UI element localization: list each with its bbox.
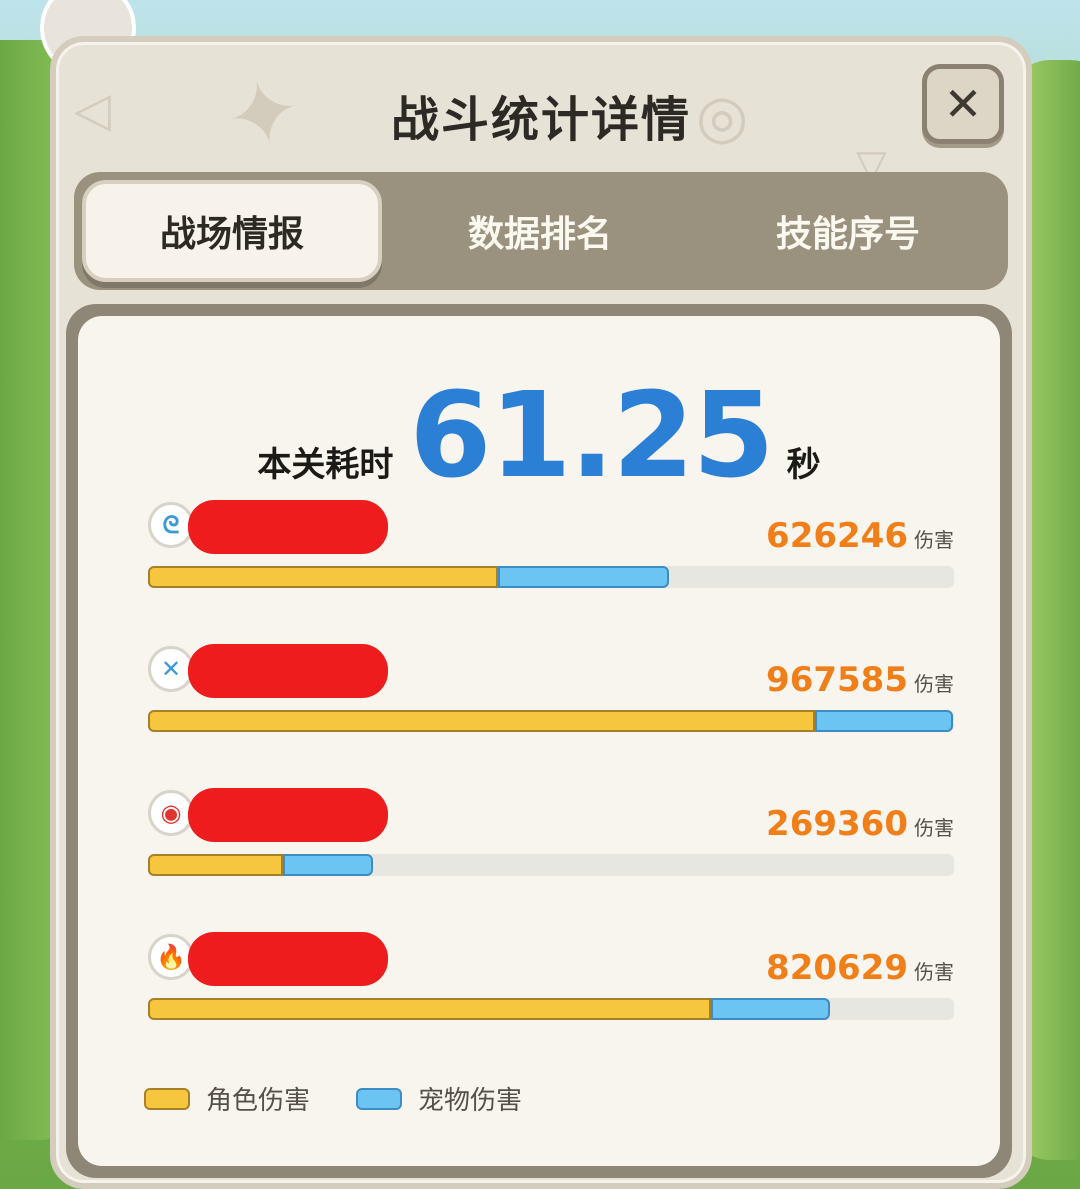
tab-bar: 战场情报 数据排名 技能序号	[74, 172, 1008, 290]
role-damage-bar	[148, 710, 815, 732]
role-damage-bar	[148, 566, 498, 588]
legend-role: 角色伤害	[144, 1080, 310, 1117]
stats-content: 本关耗时 61.25 秒 ᘓ 626246 伤害 ✕ 967585 伤害 ◉ 269360 伤害…	[78, 316, 1000, 1166]
redacted-player-name	[188, 500, 388, 554]
damage-number: 269360	[766, 804, 908, 844]
damage-bar	[148, 566, 954, 588]
damage-value: 967585 伤害	[766, 660, 954, 700]
legend-role-label: 角色伤害	[206, 1086, 311, 1116]
legend: 角色伤害 宠物伤害	[144, 1080, 568, 1117]
close-icon: ✕	[943, 77, 983, 131]
damage-unit: 伤害	[914, 816, 954, 840]
pet-damage-bar	[711, 998, 830, 1020]
redacted-player-name	[188, 644, 388, 698]
damage-bar	[148, 710, 954, 732]
legend-pet-label: 宠物伤害	[418, 1086, 523, 1116]
damage-row: ✕ 967585 伤害	[148, 644, 956, 746]
time-value: 61.25	[409, 366, 774, 504]
level-time: 本关耗时 61.25 秒	[78, 376, 1000, 494]
damage-row: ᘓ 626246 伤害	[148, 500, 956, 602]
damage-value: 820629 伤害	[766, 948, 954, 988]
legend-role-swatch	[144, 1087, 190, 1110]
damage-number: 967585	[766, 660, 908, 700]
panel-title: 战斗统计详情	[390, 92, 691, 148]
close-button[interactable]: ✕	[922, 64, 1004, 144]
damage-bar	[148, 854, 954, 876]
tab-data-ranking[interactable]: 数据排名	[390, 180, 690, 282]
pet-damage-bar	[283, 854, 373, 876]
damage-number: 626246	[766, 516, 908, 556]
time-unit: 秒	[786, 445, 821, 485]
role-damage-bar	[148, 998, 711, 1020]
tab-battlefield-intel[interactable]: 战场情报	[82, 180, 382, 282]
legend-pet-swatch	[356, 1087, 403, 1110]
time-label: 本关耗时	[257, 445, 394, 485]
stats-content-frame: 本关耗时 61.25 秒 ᘓ 626246 伤害 ✕ 967585 伤害 ◉ 269360 伤害…	[66, 304, 1012, 1178]
redacted-player-name	[188, 932, 388, 986]
damage-value: 269360 伤害	[766, 804, 954, 844]
damage-row: ◉ 269360 伤害	[148, 788, 956, 890]
damage-number: 820629	[766, 948, 908, 988]
damage-unit: 伤害	[914, 960, 954, 984]
damage-bar	[148, 998, 954, 1020]
damage-unit: 伤害	[914, 528, 954, 552]
damage-unit: 伤害	[914, 672, 954, 696]
tab-skill-order[interactable]: 技能序号	[698, 180, 998, 282]
role-damage-bar	[148, 854, 283, 876]
legend-pet: 宠物伤害	[356, 1080, 522, 1117]
pet-damage-bar	[498, 566, 669, 588]
redacted-player-name	[188, 788, 388, 842]
damage-row: 🔥 820629 伤害	[148, 932, 956, 1034]
pet-damage-bar	[815, 710, 953, 732]
damage-value: 626246 伤害	[766, 516, 954, 556]
